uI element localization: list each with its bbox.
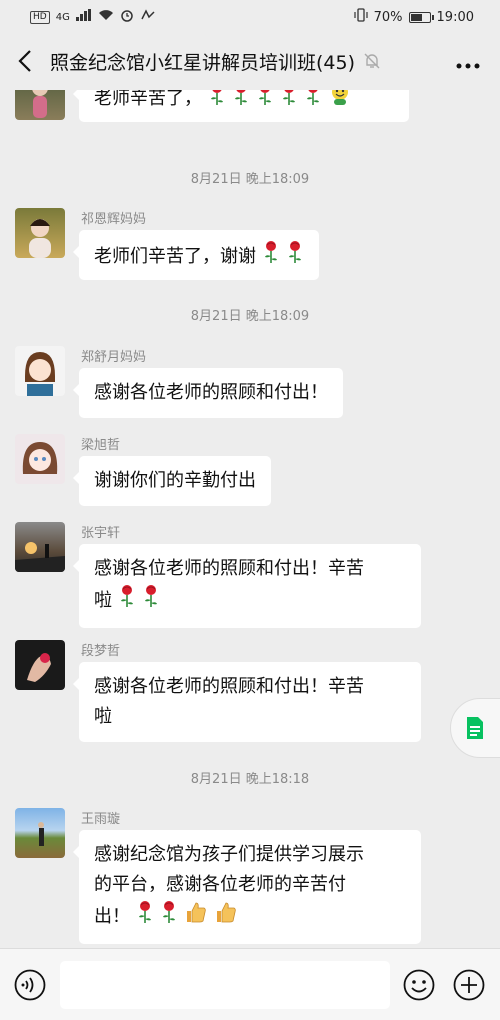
message-bubble[interactable]: 老师们辛苦了，谢谢 [73,230,319,280]
avatar[interactable] [15,90,65,120]
sender-name: 郑舒月妈妈 [81,350,147,365]
voice-icon [14,969,46,1001]
message-bubble[interactable]: 老师辛苦了， [73,90,409,122]
sender-name: 张宇轩 [81,526,121,541]
rose-icon [280,90,298,116]
signal-icon [75,9,92,25]
vibrate-icon [354,8,368,26]
alarm-icon [120,8,134,26]
avatar[interactable] [15,208,65,258]
message-item: 郑舒月妈妈 感谢各位老师的照顾和付出！ [15,346,485,426]
message-text: 啦 [94,706,112,727]
rose-icon [160,900,178,934]
message-text: 啦 [94,590,112,611]
rose-icon [286,240,304,274]
message-bubble[interactable]: 感谢各位老师的照顾和付出！ [73,368,343,418]
wifi-icon [98,9,114,25]
sender-name: 王雨璇 [81,812,121,827]
sender-name: 祁恩辉妈妈 [81,212,147,227]
message-input[interactable] [60,961,390,1009]
rose-icon [142,584,160,618]
rose-icon [118,584,136,618]
hd-indicator: HD [30,10,50,24]
message-list[interactable]: 老师辛苦了， 8月21日 晚上18:09 祁恩辉妈妈 老师们辛苦了，谢谢 8月2… [0,90,500,948]
message-item: 段梦哲 感谢各位老师的照顾和付出！辛苦 啦 [15,640,485,750]
timestamp: 8月21日 晚上18:09 [190,309,310,324]
plus-icon [453,969,485,1001]
voice-button[interactable] [14,969,46,1001]
message-text: 感谢各位老师的照顾和付出！ [94,382,328,403]
chat-header: 照金纪念馆小红星讲解员培训班(45) [0,32,500,90]
message-bubble[interactable]: 谢谢你们的辛勤付出 [73,456,271,506]
status-bar: HD 4G 70% 19:00 [0,0,500,32]
rose-icon [208,90,226,116]
message-bubble[interactable]: 感谢各位老师的照顾和付出！辛苦 啦 [73,662,421,742]
bell-muted-icon [363,52,381,70]
message-text: 感谢纪念馆为孩子们提供学习展示 [94,844,364,865]
chat-title: 照金纪念馆小红星讲解员培训班(45) [50,51,356,74]
message-text: 老师辛苦了， [94,90,202,109]
battery-percent: 70% [373,9,403,25]
rose-icon [232,90,250,116]
message-bubble[interactable]: 感谢纪念馆为孩子们提供学习展示 的平台，感谢各位老师的辛苦付 出！ [73,830,421,944]
thumbs-up-icon [184,900,208,934]
battery-icon [408,11,434,23]
rose-icon [304,90,322,116]
message-text: 老师们辛苦了，谢谢 [94,246,256,267]
message-text: 感谢各位老师的照顾和付出！辛苦 [94,676,364,697]
avatar[interactable] [15,640,65,690]
smiley-face-icon [328,90,352,116]
avatar[interactable] [15,434,65,484]
emoji-button[interactable] [403,969,435,1001]
back-button[interactable] [0,32,50,90]
sender-name: 段梦哲 [81,644,121,659]
message-item: 老师辛苦了， [15,90,485,150]
thumbs-up-icon [214,900,238,934]
avatar[interactable] [15,808,65,858]
document-icon [467,717,483,739]
timestamp: 8月21日 晚上18:09 [190,172,310,187]
clock: 19:00 [436,9,474,25]
message-text: 出！ [94,906,130,927]
message-item: 张宇轩 感谢各位老师的照顾和付出！辛苦 啦 [15,522,485,632]
avatar[interactable] [15,346,65,396]
network-indicator: 4G [55,11,70,23]
avatar[interactable] [15,522,65,572]
message-bubble[interactable]: 感谢各位老师的照顾和付出！辛苦 啦 [73,544,421,628]
rose-icon [256,90,274,116]
message-text: 感谢各位老师的照顾和付出！辛苦 [94,558,364,579]
message-text: 谢谢你们的辛勤付出 [94,470,256,491]
more-dots-icon [456,63,480,69]
message-item: 王雨璇 感谢纪念馆为孩子们提供学习展示 的平台，感谢各位老师的辛苦付 出！ [15,808,485,948]
timestamp: 8月21日 晚上18:18 [190,772,310,787]
app-notification-icon [140,9,156,25]
message-text: 的平台，感谢各位老师的辛苦付 [94,874,346,895]
chevron-left-icon [18,50,31,72]
rose-icon [136,900,154,934]
rose-icon [262,240,280,274]
emoji-icon [403,969,435,1001]
input-bar [0,948,500,1020]
message-item: 梁旭哲 谢谢你们的辛勤付出 [15,434,485,514]
sender-name: 梁旭哲 [81,438,121,453]
more-button[interactable] [456,50,480,75]
message-item: 祁恩辉妈妈 老师们辛苦了，谢谢 [15,208,485,288]
plus-button[interactable] [453,969,485,1001]
